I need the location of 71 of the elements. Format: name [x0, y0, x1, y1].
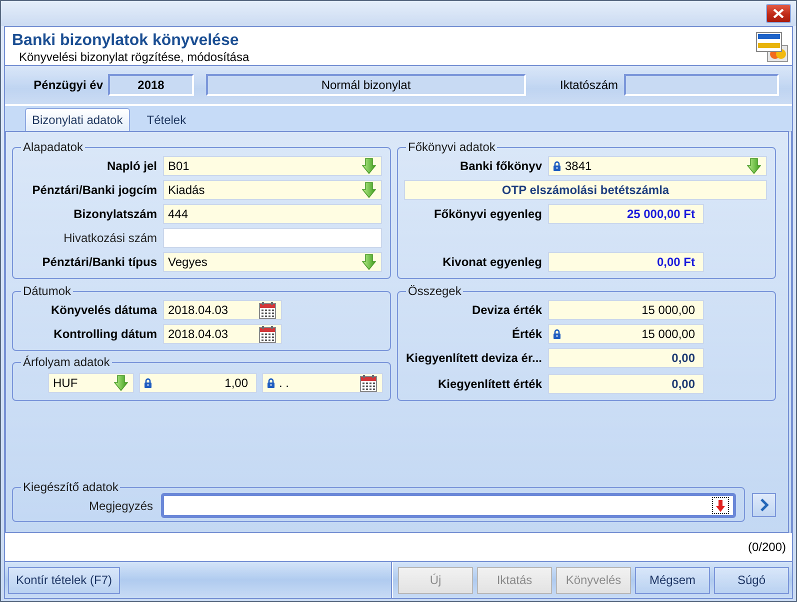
dropdown-field[interactable]: B01: [163, 156, 382, 176]
date-field[interactable]: 2018.04.03: [163, 324, 282, 344]
field-label: Iktatószám: [560, 78, 618, 92]
calendar-icon[interactable]: [360, 374, 377, 392]
lock-icon: [553, 161, 561, 171]
input-field[interactable]: 444: [163, 204, 382, 224]
group-title: Főkönyvi adatok: [407, 140, 496, 154]
down-arrow-icon[interactable]: [114, 375, 128, 391]
field-label: Kivonat egyenleg: [442, 255, 542, 269]
field-label: Hivatkozási szám: [64, 231, 157, 245]
window-subtitle: Könyvelési bizonylat rögzítése, módosítása: [18, 50, 250, 64]
field-label: Banki főkönyv: [460, 159, 542, 173]
amount-field[interactable]: 0,00: [548, 374, 704, 394]
tab[interactable]: Bizonylati adatok: [25, 108, 130, 131]
amount-field[interactable]: 15 000,00: [548, 300, 704, 320]
field-label: Kiegyenlített deviza ér...: [406, 351, 542, 365]
field-label: Deviza érték: [472, 303, 542, 317]
field-label: Kiegyenlített érték: [438, 377, 542, 391]
group-title: Alapadatok: [22, 140, 84, 154]
amount-field[interactable]: 15 000,00: [548, 324, 704, 344]
date-field[interactable]: 2018.04.03: [163, 300, 282, 320]
field-label: Megjegyzés: [88, 498, 153, 512]
group-title: Árfolyam adatok: [22, 355, 111, 369]
document-type-field: Normál bizonylat: [206, 74, 526, 96]
tab[interactable]: Tételek: [140, 108, 194, 131]
field-label: Pénztári/Banki jogcím: [32, 183, 157, 197]
down-arrow-icon[interactable]: [362, 254, 376, 270]
date-field[interactable]: . .: [262, 373, 383, 393]
close-button[interactable]: [766, 4, 791, 23]
lock-icon: [144, 378, 152, 388]
amount-field[interactable]: 0,00: [548, 348, 704, 368]
field-label: Bizonylatszám: [74, 207, 157, 221]
cards-coins-icon: [756, 32, 788, 62]
character-counter: (0/200): [748, 540, 786, 554]
field-label: Napló jel: [106, 159, 157, 173]
ledger-items-button[interactable]: Kontír tételek (F7): [8, 566, 120, 594]
down-arrow-icon[interactable]: [362, 182, 376, 198]
down-arrow-icon: [716, 500, 725, 512]
dropdown-field[interactable]: 3841: [548, 156, 767, 176]
field-label: Érték: [512, 327, 542, 341]
field-label: Pénzügyi év: [32, 78, 103, 92]
field-label: Kontrolling dátum: [54, 327, 157, 341]
lock-icon: [267, 378, 275, 388]
dropdown-field[interactable]: Kiadás: [163, 180, 382, 200]
dropdown-field[interactable]: Vegyes: [163, 252, 382, 272]
field-label: Főkönyvi egyenleg: [434, 207, 542, 221]
field-label: Könyvelés dátuma: [50, 303, 157, 317]
lock-icon: [553, 329, 561, 339]
chevron-right-icon: [760, 498, 768, 512]
note-field[interactable]: [161, 493, 736, 518]
year-field: 2018: [108, 74, 194, 96]
field-label: Pénztári/Banki típus: [42, 255, 157, 269]
group-title: Dátumok: [22, 284, 72, 298]
action-button[interactable]: Mégsem: [635, 566, 710, 594]
balance-field: 25 000,00 Ft: [548, 204, 704, 224]
group-title: Kiegészítő adatok: [22, 480, 120, 494]
calendar-icon[interactable]: [259, 302, 276, 318]
down-arrow-icon[interactable]: [362, 158, 376, 174]
input-field[interactable]: [163, 228, 382, 248]
balance-field: 0,00 Ft: [548, 252, 704, 272]
close-icon: [773, 9, 784, 18]
down-arrow-icon[interactable]: [747, 158, 761, 174]
window-title: Banki bizonylatok könyvelése: [12, 32, 240, 50]
account-name-field: OTP elszámolási betétszámla: [404, 180, 767, 200]
calendar-icon[interactable]: [259, 326, 276, 342]
amount-field[interactable]: 1,00: [139, 373, 257, 393]
action-button[interactable]: Súgó: [714, 566, 789, 594]
expand-button[interactable]: [712, 497, 729, 514]
next-button[interactable]: [752, 493, 776, 517]
dropdown-field[interactable]: HUF: [48, 373, 134, 393]
group-title: Összegek: [407, 284, 462, 298]
